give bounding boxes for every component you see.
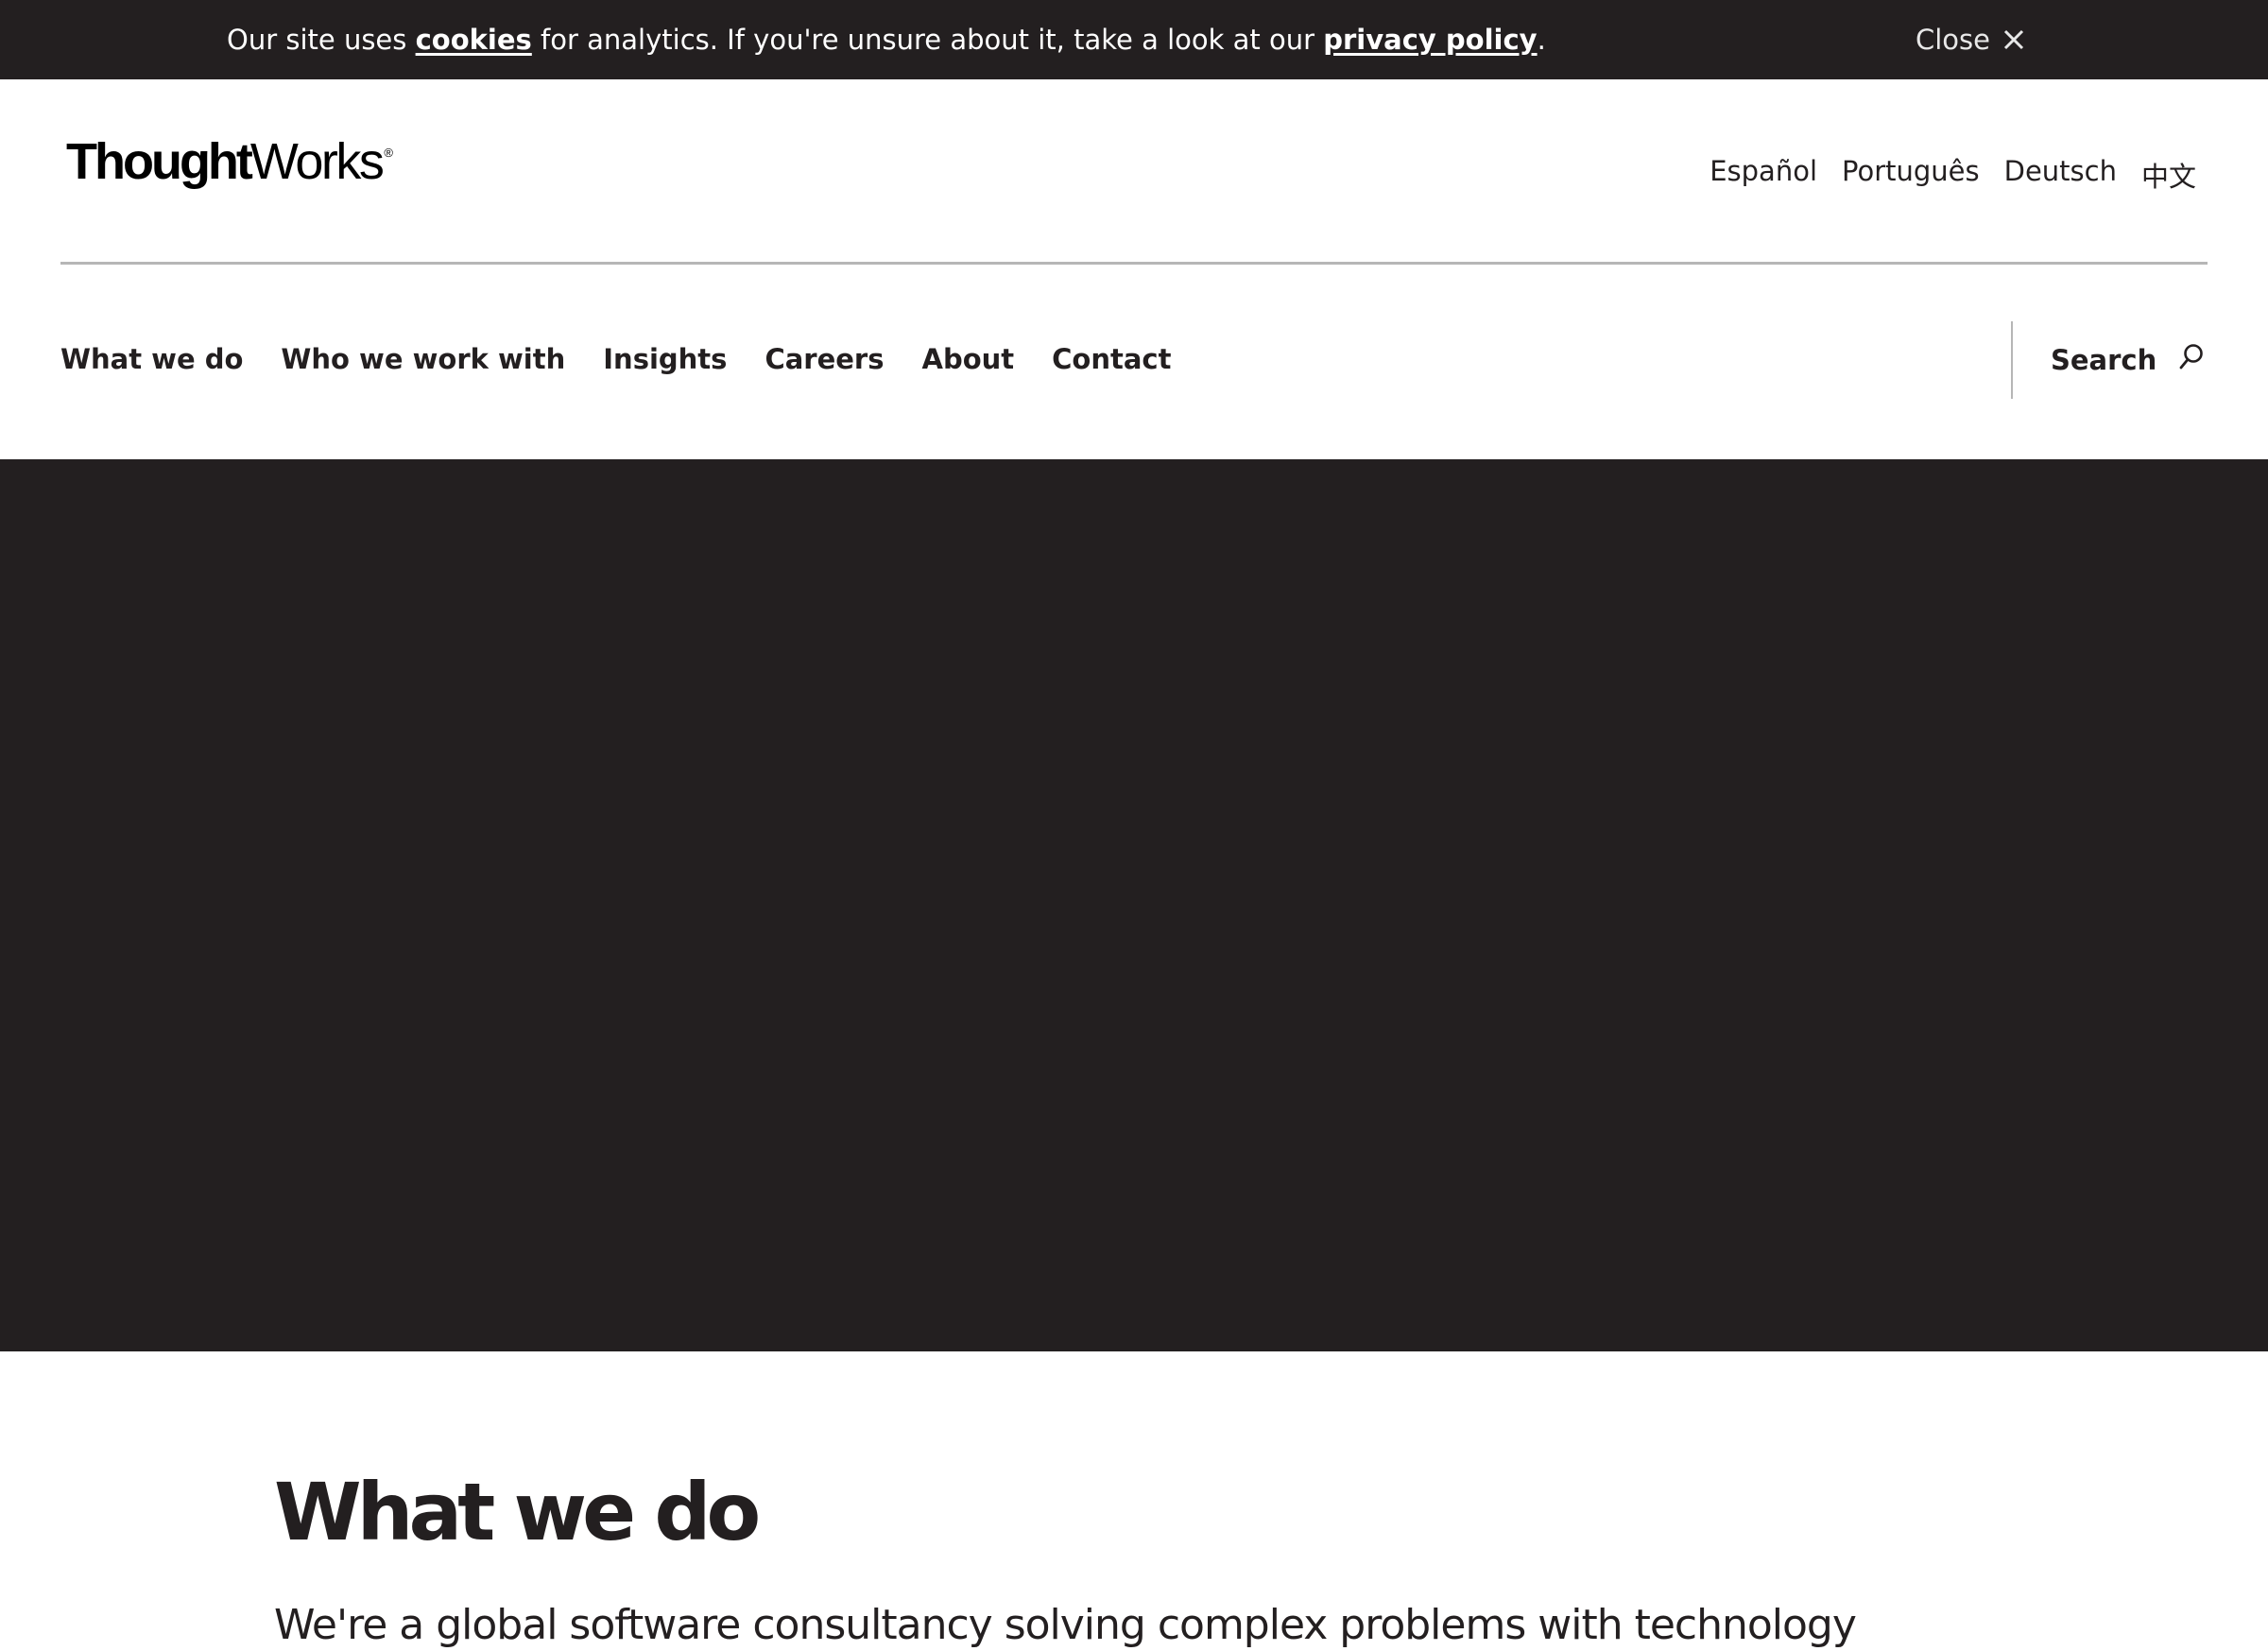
cookie-message: Our site uses cookies for analytics. If …: [227, 0, 1546, 79]
cookie-close-label: Close: [1916, 24, 1990, 56]
thoughtworks-logo[interactable]: Thought Works ®: [66, 132, 393, 191]
section-lead: We're a global software consultancy solv…: [274, 1601, 1857, 1649]
cookie-banner: Our site uses cookies for analytics. If …: [0, 0, 2268, 79]
cookie-text-middle: for analytics. If you're unsure about it…: [531, 24, 1324, 56]
language-link-deutsch[interactable]: Deutsch: [2004, 155, 2117, 195]
cookie-text-after: .: [1537, 24, 1546, 56]
nav-item-contact[interactable]: Contact: [1052, 343, 1171, 375]
site-header: Thought Works ® Español Português Deutsch …: [60, 79, 2208, 265]
search-icon: [2179, 343, 2206, 378]
search-label: Search: [2051, 344, 2157, 376]
logo-registered-mark: ®: [384, 146, 394, 160]
language-link-espanol[interactable]: Español: [1710, 155, 1817, 195]
language-switcher: Español Português Deutsch 中文: [1710, 155, 2196, 195]
nav-item-about[interactable]: About: [922, 343, 1015, 375]
close-icon: [2003, 29, 2024, 50]
hero-banner: [0, 459, 2268, 1351]
nav-item-what-we-do[interactable]: What we do: [60, 343, 243, 375]
nav-item-careers[interactable]: Careers: [765, 343, 884, 375]
nav-item-who-we-work-with[interactable]: Who we work with: [281, 343, 565, 375]
nav-item-insights[interactable]: Insights: [603, 343, 727, 375]
logo-text-light: Works: [249, 133, 385, 190]
cookie-text-before: Our site uses: [227, 24, 416, 56]
cookies-link[interactable]: cookies: [416, 24, 532, 56]
privacy-policy-link[interactable]: privacy policy: [1323, 24, 1537, 56]
nav-divider: [2011, 321, 2013, 399]
language-link-chinese[interactable]: 中文: [2141, 155, 2196, 195]
main-navigation: What we do Who we work with Insights Car…: [60, 321, 1171, 397]
cookie-close-button[interactable]: Close: [1916, 0, 2024, 79]
language-link-portugues[interactable]: Português: [1842, 155, 1980, 195]
logo-text-bold: Thought: [66, 133, 253, 190]
section-title: What we do: [274, 1466, 761, 1558]
search-button[interactable]: Search: [2051, 321, 2206, 399]
